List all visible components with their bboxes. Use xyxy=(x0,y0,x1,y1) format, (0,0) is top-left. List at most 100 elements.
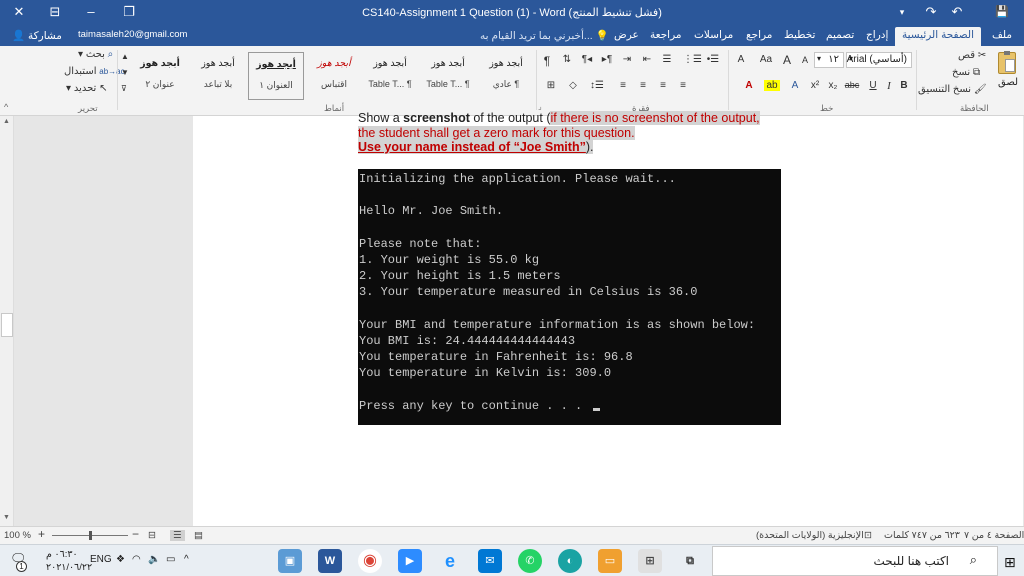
sort-icon[interactable]: ⇅ xyxy=(560,54,574,65)
show-hidden-icons[interactable]: ^ xyxy=(184,554,189,565)
clock-time[interactable]: ٠٦:٣٠ م xyxy=(46,549,78,560)
borders-icon[interactable]: ⊞ xyxy=(544,80,558,91)
styles-more-icon[interactable]: ⊽ xyxy=(121,84,127,93)
document-page[interactable]: Show a screenshot of the output (if ther… xyxy=(193,111,1023,526)
align-right-icon[interactable]: ≡ xyxy=(636,80,650,91)
select-button[interactable]: ▾ تحديد ↖ xyxy=(66,83,108,94)
edge-icon[interactable]: ◐ xyxy=(558,549,582,573)
styles-launcher-icon[interactable]: ⌟ xyxy=(538,102,542,111)
justify-icon[interactable]: ≡ xyxy=(616,80,630,91)
tab-mailings[interactable]: مراسلات xyxy=(694,29,733,41)
zoom-out-icon[interactable]: − xyxy=(132,527,139,541)
dropbox-icon[interactable]: ❖ xyxy=(116,554,125,565)
style-normal[interactable]: أبجد هوز عادي ¶ xyxy=(478,52,534,100)
share-button[interactable]: 👤 مشاركة xyxy=(12,29,62,42)
underline-button[interactable]: U xyxy=(866,80,880,91)
tab-view[interactable]: عرض xyxy=(614,29,639,41)
rtl-icon[interactable]: ¶◂ xyxy=(580,54,594,65)
styles-scroll-down-icon[interactable]: ▼ xyxy=(121,68,129,77)
console-screenshot[interactable]: Initializing the application. Please wai… xyxy=(358,169,781,425)
bold-button[interactable]: B xyxy=(897,80,911,91)
pilcrow-icon[interactable]: ¶ xyxy=(540,54,554,68)
style-table-1[interactable]: أبجد هوز Table T... ¶ xyxy=(420,52,476,100)
chrome-icon[interactable]: ◉ xyxy=(358,549,382,573)
shading-icon[interactable]: ◇ xyxy=(566,80,580,91)
italic-button[interactable]: I xyxy=(882,80,896,92)
page-indicator[interactable]: الصفحة ٤ من ٧ xyxy=(964,530,1024,541)
redo-icon[interactable]: ↷ xyxy=(922,4,940,20)
undo-icon[interactable]: ↶ xyxy=(948,4,966,20)
superscript-button[interactable]: x² xyxy=(806,80,824,91)
save-icon[interactable]: 💾 xyxy=(993,4,1011,20)
align-center-icon[interactable]: ≡ xyxy=(656,80,670,91)
decrease-indent-icon[interactable]: ⇤ xyxy=(640,54,654,65)
store-icon[interactable]: ⊞ xyxy=(638,549,662,573)
account-email[interactable]: taimasaleh20@gmail.com xyxy=(78,29,187,40)
cut-button[interactable]: قص ✂ xyxy=(958,50,986,61)
battery-icon[interactable]: ▭ xyxy=(166,554,175,565)
web-layout-icon[interactable]: ▤ xyxy=(194,530,203,541)
change-case-button[interactable]: Aa xyxy=(754,54,778,65)
language-indicator[interactable]: الإنجليزية (الولايات المتحدة) xyxy=(756,530,864,541)
tab-references[interactable]: مراجع xyxy=(746,29,772,41)
zoom-slider-knob[interactable] xyxy=(89,531,92,540)
word-count[interactable]: ٦٢٣ من ٧٤٧ كلمات xyxy=(884,530,960,541)
zoom-slider[interactable] xyxy=(52,531,128,540)
whatsapp-icon[interactable]: ✆ xyxy=(518,549,542,573)
print-layout-icon[interactable]: ☰ xyxy=(170,530,185,541)
input-language[interactable]: ENG xyxy=(90,554,112,565)
scroll-down-icon[interactable]: ▼ xyxy=(3,514,10,521)
zoom-app-icon[interactable]: ▶ xyxy=(398,549,422,573)
style-no-spacing[interactable]: أبجد هوز بلا تباعد xyxy=(190,52,246,100)
clear-formatting-icon[interactable]: A xyxy=(734,54,748,65)
tab-design[interactable]: تصميم xyxy=(826,29,854,41)
font-color-button[interactable]: A xyxy=(742,80,756,91)
mail-icon[interactable]: ✉ xyxy=(478,549,502,573)
align-left-icon[interactable]: ≡ xyxy=(676,80,690,91)
tab-review[interactable]: مراجعة xyxy=(650,29,682,41)
strikethrough-button[interactable]: abc xyxy=(842,80,862,90)
tab-insert[interactable]: إدراج xyxy=(866,29,888,41)
zoom-in-icon[interactable]: + xyxy=(38,527,45,541)
paste-button[interactable]: لصق xyxy=(994,50,1020,98)
increase-indent-icon[interactable]: ⇥ xyxy=(620,54,634,65)
virtualbox-icon[interactable]: ▣ xyxy=(278,549,302,573)
file-explorer-icon[interactable]: ▭ xyxy=(598,549,622,573)
shrink-font-button[interactable]: A xyxy=(798,55,812,65)
zoom-percent[interactable]: 100 % xyxy=(4,530,31,541)
customize-toolbar-icon[interactable]: ▾ xyxy=(893,4,911,20)
tab-file[interactable]: ملف xyxy=(992,29,1012,41)
style-quote[interactable]: أبجد هوز اقتباس xyxy=(306,52,362,100)
text-effects-button[interactable]: A xyxy=(788,80,802,91)
tab-home[interactable]: الصفحة الرئيسية xyxy=(895,27,982,46)
subscript-button[interactable]: x₂ xyxy=(824,80,842,91)
taskbar-search-box[interactable]: اكتب هنا للبحث ⌕ xyxy=(712,546,998,576)
style-table-2[interactable]: أبجد هوز Table T... ¶ xyxy=(362,52,418,100)
styles-scroll-up-icon[interactable]: ▲ xyxy=(121,52,129,61)
style-heading-2[interactable]: أبجد هوز عنوان ٢ xyxy=(132,52,188,100)
bullets-icon[interactable]: •☰ xyxy=(706,54,720,65)
ltr-icon[interactable]: ▸¶ xyxy=(600,54,614,65)
internet-explorer-icon[interactable]: e xyxy=(438,549,462,573)
find-button[interactable]: ▾ بحث ⌕ xyxy=(78,49,113,60)
clock-date[interactable]: ٢٠٢١/٠٦/٢٢ xyxy=(46,562,92,573)
grow-font-button[interactable]: A xyxy=(780,53,794,67)
wifi-icon[interactable]: ◠ xyxy=(132,554,141,565)
proofing-icon[interactable]: ⊡ xyxy=(864,530,872,541)
scroll-up-icon[interactable]: ▲ xyxy=(3,118,10,125)
collapse-ribbon-icon[interactable]: ^ xyxy=(4,102,8,112)
highlight-button[interactable]: ab xyxy=(764,80,780,91)
word-taskbar-icon[interactable]: W xyxy=(318,549,342,573)
task-view-icon[interactable]: ⧉ xyxy=(678,549,702,573)
focus-mode-icon[interactable]: ⊟ xyxy=(148,530,156,541)
numbering-icon[interactable]: ⋮☰ xyxy=(683,54,702,65)
scroll-thumb[interactable] xyxy=(1,313,13,337)
copy-button[interactable]: نسخ ⧉ xyxy=(952,67,980,78)
format-painter-button[interactable]: نسخ التنسيق 🖌 xyxy=(918,84,987,95)
tell-me-box[interactable]: أخبرني بما تريد القيام به... 💡 xyxy=(480,29,609,42)
tab-layout[interactable]: تخطيط xyxy=(784,29,815,41)
style-heading-1[interactable]: أبجد هوز العنوان ١ xyxy=(248,52,304,100)
start-button[interactable]: ⊞ xyxy=(998,546,1024,576)
line-spacing-icon[interactable]: ↕☰ xyxy=(590,80,604,91)
multilevel-list-icon[interactable]: ☰ xyxy=(660,54,674,65)
